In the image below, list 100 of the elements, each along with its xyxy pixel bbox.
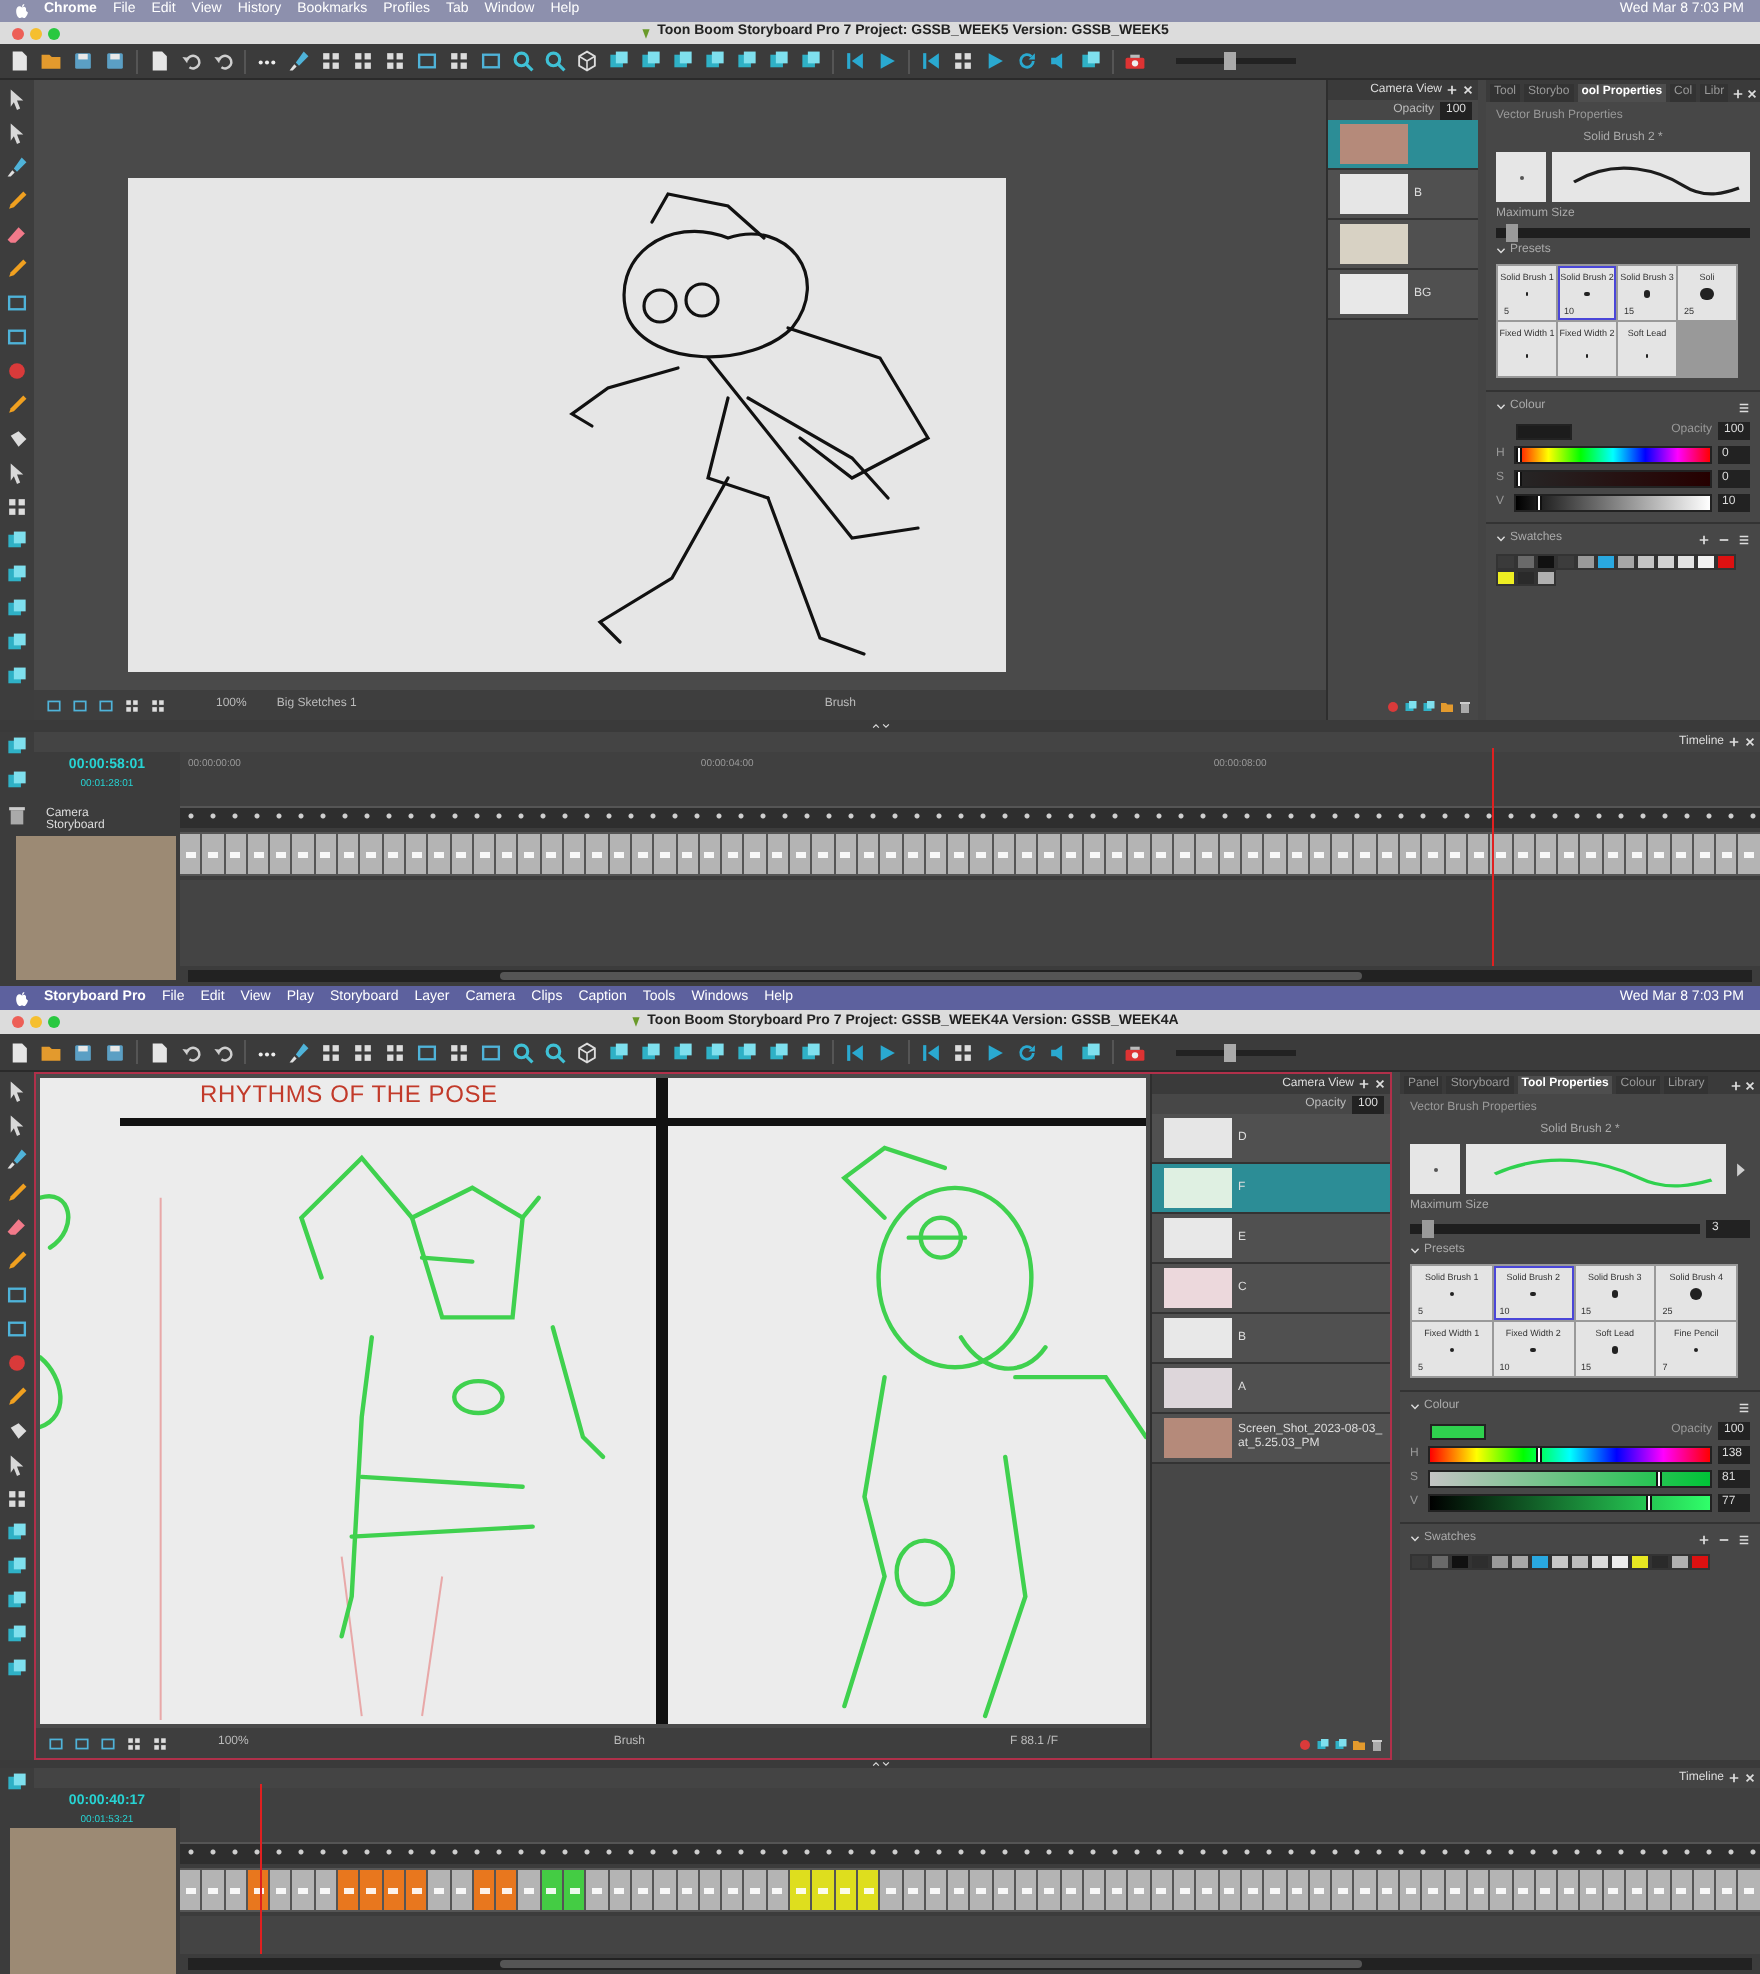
storyboard-panel-thumbnail[interactable]	[247, 834, 269, 874]
storyboard-panel-thumbnail[interactable]	[1241, 834, 1263, 874]
page-icon[interactable]	[8, 1041, 30, 1063]
chevron-down-icon[interactable]	[881, 722, 889, 730]
storyboard-panel-thumbnail[interactable]	[338, 834, 359, 874]
storyboard-panel-thumbnail[interactable]	[180, 834, 201, 874]
colour-slider[interactable]	[1514, 446, 1712, 464]
slider-thumb[interactable]	[1224, 1043, 1236, 1061]
tile-icon[interactable]	[800, 50, 822, 72]
storyboard-panel-thumbnail[interactable]	[564, 1870, 585, 1910]
storyboard-panel-thumbnail[interactable]	[1264, 834, 1286, 874]
camera-icon[interactable]	[1124, 1041, 1146, 1063]
cube-icon[interactable]	[576, 50, 598, 72]
eraser-icon[interactable]	[6, 224, 28, 246]
storyboard-panel-thumbnail[interactable]	[518, 1870, 540, 1910]
close-icon[interactable]	[1462, 84, 1474, 96]
storyboard-panel-thumbnail[interactable]	[1558, 1870, 1579, 1910]
apple-icon[interactable]	[16, 4, 28, 18]
storyboard-panel-thumbnail[interactable]	[180, 1870, 201, 1910]
storyboard-panel-thumbnail[interactable]	[993, 834, 1014, 874]
tile-icon[interactable]	[704, 50, 726, 72]
bucket-icon[interactable]	[6, 428, 28, 450]
storyboard-panel-thumbnail[interactable]	[451, 834, 472, 874]
plus-icon[interactable]	[1446, 84, 1458, 96]
search-icon[interactable]	[544, 1041, 566, 1063]
rectangle-icon[interactable]	[6, 1284, 28, 1306]
timeline-scrollbar[interactable]	[188, 970, 1752, 982]
undo-icon[interactable]	[212, 50, 234, 72]
eraser-icon[interactable]	[6, 1216, 28, 1238]
storyboard-panel-thumbnail[interactable]	[609, 1870, 630, 1910]
storyboard-panel-thumbnail[interactable]	[1603, 834, 1624, 874]
tile-icon[interactable]	[6, 1772, 28, 1794]
colour-swatch[interactable]	[1616, 554, 1636, 570]
storyboard-panel-thumbnail[interactable]	[1648, 834, 1670, 874]
colour-swatch[interactable]	[1530, 1554, 1550, 1570]
storyboard-panel-thumbnail[interactable]	[1174, 834, 1195, 874]
tile-icon[interactable]	[6, 1590, 28, 1612]
tile-icon[interactable]	[1422, 700, 1436, 714]
storyboard-panel-thumbnail[interactable]	[1151, 1870, 1173, 1910]
colour-swatch[interactable]	[1496, 570, 1516, 586]
brush-icon[interactable]	[6, 1148, 28, 1170]
page-icon[interactable]	[148, 50, 170, 72]
storyboard-panel-thumbnail[interactable]	[857, 834, 879, 874]
pointer-icon[interactable]	[6, 1454, 28, 1476]
storyboard-panel-thumbnail[interactable]	[496, 834, 517, 874]
storyboard-panel-thumbnail[interactable]	[1083, 1870, 1105, 1910]
pencil-icon[interactable]	[6, 1182, 28, 1204]
pencil-icon[interactable]	[6, 1250, 28, 1272]
storyboard-panel-thumbnail[interactable]	[903, 834, 924, 874]
colour-swatch[interactable]	[1636, 554, 1656, 570]
tile-icon[interactable]	[768, 1041, 790, 1063]
chevron-down-icon[interactable]	[1410, 1402, 1420, 1412]
storyboard-panel-thumbnail[interactable]	[1693, 834, 1715, 874]
storyboard-panel-thumbnail[interactable]	[1716, 834, 1737, 874]
undo-icon[interactable]	[180, 1041, 202, 1063]
storyboard-panel-thumbnail[interactable]	[903, 1870, 924, 1910]
rectangle-icon[interactable]	[6, 326, 28, 348]
plus-icon[interactable]	[1698, 1533, 1710, 1545]
storyboard-panel-thumbnail[interactable]	[1377, 1870, 1399, 1910]
folder-icon[interactable]	[1352, 1738, 1366, 1752]
storyboard-panel-thumbnail[interactable]	[1648, 1870, 1670, 1910]
colour-swatch[interactable]	[1470, 1554, 1490, 1570]
slider-thumb[interactable]	[1506, 224, 1519, 242]
colour-swatch[interactable]	[1690, 1554, 1710, 1570]
colour-swatch[interactable]	[1630, 1554, 1650, 1570]
rectangle-icon[interactable]	[480, 50, 502, 72]
chevron-down-icon[interactable]	[1410, 1534, 1420, 1544]
colour-swatch[interactable]	[1430, 1554, 1450, 1570]
storyboard-panel-thumbnail[interactable]	[948, 834, 969, 874]
pointer-icon[interactable]	[6, 122, 28, 144]
storyboard-panel-thumbnail[interactable]	[767, 1870, 789, 1910]
storyboard-panel-thumbnail[interactable]	[1603, 1870, 1624, 1910]
colour-swatch[interactable]	[1596, 554, 1616, 570]
storyboard-panel-thumbnail[interactable]	[451, 1870, 472, 1910]
grid-icon[interactable]	[952, 50, 974, 72]
colour-slider[interactable]	[1428, 1470, 1712, 1488]
colour-swatch[interactable]	[1516, 570, 1536, 586]
storyboard-panel-thumbnail[interactable]	[1354, 1870, 1376, 1910]
storyboard-panel-thumbnail[interactable]	[1015, 834, 1037, 874]
search-icon[interactable]	[512, 50, 534, 72]
tile-icon[interactable]	[6, 598, 28, 620]
tile-icon[interactable]	[6, 632, 28, 654]
storyboard-panel-thumbnail[interactable]	[677, 834, 698, 874]
apple-icon[interactable]	[16, 991, 28, 1005]
rectangle-icon[interactable]	[416, 50, 438, 72]
slider-marker[interactable]	[1656, 1472, 1663, 1486]
slider-marker[interactable]	[1536, 1448, 1543, 1462]
storyboard-panel-thumbnail[interactable]	[631, 1870, 653, 1910]
storyboard-panel-thumbnail[interactable]	[315, 834, 337, 874]
menu-icon[interactable]	[1738, 401, 1750, 413]
trash-icon[interactable]	[1458, 700, 1472, 714]
storyboard-panel-thumbnail[interactable]	[564, 834, 585, 874]
storyboard-panel-thumbnail[interactable]	[790, 834, 811, 874]
grid-icon[interactable]	[152, 1735, 168, 1751]
colour-swatch[interactable]	[1670, 1554, 1690, 1570]
pointer-icon[interactable]	[6, 1080, 28, 1102]
tile-icon[interactable]	[608, 1041, 630, 1063]
close-icon[interactable]	[1744, 1772, 1756, 1784]
storyboard-panel-thumbnail[interactable]	[1467, 1870, 1489, 1910]
storyboard-panel-thumbnail[interactable]	[1490, 1870, 1512, 1910]
